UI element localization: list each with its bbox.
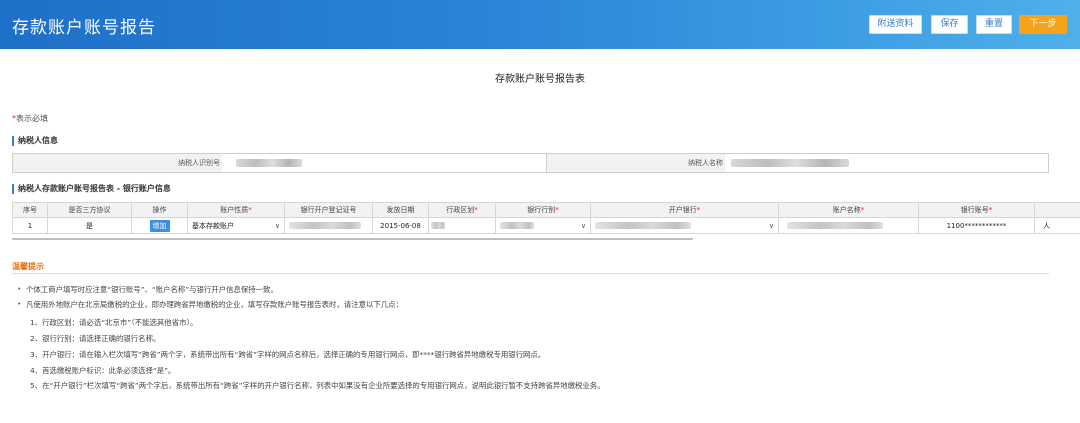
tip-sub-item: 4、首选缴税账户标识：此条必须选择“是”。 [30, 366, 176, 375]
add-row-button[interactable]: 增加 [149, 219, 170, 232]
table-header-row: 序号 是否三方协议 操作 账户性质* 银行开户登记证号 发放日期 行政区划* 银… [12, 202, 1080, 218]
col-header-index: 序号 [12, 202, 48, 218]
row-index: 1 [12, 217, 48, 234]
chevron-down-icon: ∨ [580, 222, 586, 230]
redacted-opening-bank [595, 222, 691, 229]
issue-date-cell[interactable]: 2015-06-08 [372, 217, 429, 234]
chevron-down-icon: ∨ [768, 222, 774, 230]
action-cell: 增加 [131, 217, 188, 234]
col-header-bank-registration-no: 银行开户登记证号 [284, 202, 373, 218]
chevron-down-icon: ∨ [274, 222, 280, 230]
taxpayer-info-row: 纳税人识别号 纳税人名称 [12, 153, 1049, 173]
horizontal-scrollbar[interactable] [12, 238, 693, 240]
opening-bank-select[interactable]: ∨ [593, 220, 776, 232]
tips-divider [12, 273, 1049, 274]
tips-title: 温馨提示 [12, 262, 44, 271]
col-header-account-name: 账户名称* [778, 202, 919, 218]
account-number-cell[interactable]: 1100************ [918, 217, 1035, 234]
taxpayer-section-title: 纳税人信息 [12, 136, 58, 146]
col-header-opening-bank: 开户银行* [590, 202, 779, 218]
taxpayer-name-value [725, 154, 1048, 172]
next-step-button[interactable]: 下一步 [1019, 15, 1067, 34]
bank-account-table: 序号 是否三方协议 操作 账户性质* 银行开户登记证号 发放日期 行政区划* 银… [12, 202, 1080, 234]
tip-sub-item: 5、在“开户银行”栏次填写“跨省”两个字后，系统带出所有“跨省”字样的开户银行名… [30, 381, 605, 390]
form-title: 存款账户账号报告表 [495, 74, 585, 85]
redacted-account-name [787, 222, 883, 229]
page-header-title: 存款账户账号报告 [12, 18, 156, 38]
tip-sub-item: 2、银行行别：请选择正确的银行名称。 [30, 334, 161, 343]
opening-bank-cell: ∨ [590, 217, 779, 234]
tripartite-value[interactable]: 是 [47, 217, 132, 234]
col-header-action: 操作 [131, 202, 188, 218]
account-type-cell: 基本存款账户 ∨ [187, 217, 285, 234]
extra-cell: 人 [1034, 217, 1080, 234]
attach-documents-button[interactable]: 附送资料 [869, 15, 922, 34]
tip-item: 个体工商户填写时应注意“银行账号”、“账户名称”与银行开户信息保持一致。 [17, 284, 278, 295]
col-header-issue-date: 发放日期 [372, 202, 429, 218]
account-name-cell[interactable] [778, 217, 919, 234]
bank-type-select[interactable]: ∨ [498, 220, 588, 232]
table-row: 1 是 增加 基本存款账户 ∨ 2015-06-08 ∨ ∨ 1100******… [12, 217, 1080, 234]
bank-table-container[interactable]: 序号 是否三方协议 操作 账户性质* 银行开户登记证号 发放日期 行政区划* 银… [12, 202, 1080, 238]
account-type-value: 基本存款账户 [192, 222, 234, 230]
header-bar: 存款账户账号报告 附送资料 保存 重置 下一步 [0, 0, 1080, 49]
redacted-taxpayer-id [236, 159, 302, 167]
bank-section-title: 纳税人存款账户账号报告表 - 银行账户信息 [12, 184, 171, 194]
tip-sub-item: 3、开户银行：请在输入栏次填写“跨省”两个字，系统带出所有“跨省”字样的网点名称… [30, 350, 546, 359]
tip-sub-item: 1、行政区划：请必选“北京市”（不能选其他省市）。 [30, 318, 198, 327]
required-note: *表示必填 [12, 113, 48, 124]
account-number-value: 1100************ [946, 221, 1007, 230]
redacted-taxpayer-name [731, 159, 849, 167]
account-type-select[interactable]: 基本存款账户 ∨ [190, 220, 282, 232]
required-note-text: 表示必填 [16, 114, 48, 123]
col-header-extra [1034, 202, 1080, 218]
redacted-bank-type [500, 222, 534, 229]
reset-button[interactable]: 重置 [976, 15, 1012, 34]
tip-item: 凡使用外地账户在北京局缴税的企业，即办理跨省异地缴税的企业，填写存款账户账号报告… [17, 299, 403, 310]
registration-no-cell[interactable] [284, 217, 373, 234]
taxpayer-id-label: 纳税人识别号 [178, 159, 220, 167]
taxpayer-name-label: 纳税人名称 [688, 159, 723, 167]
admin-region-cell[interactable] [428, 217, 496, 234]
taxpayer-id-value [222, 154, 546, 172]
col-header-account-type: 账户性质* [187, 202, 285, 218]
redacted-admin-region [431, 222, 445, 229]
save-button[interactable]: 保存 [931, 15, 968, 34]
redacted-registration-no [289, 222, 361, 229]
col-header-admin-region: 行政区划* [428, 202, 496, 218]
col-header-bank-type: 银行行别* [495, 202, 591, 218]
bank-type-cell: ∨ [495, 217, 591, 234]
col-header-account-number: 银行账号* [918, 202, 1035, 218]
col-header-tripartite: 是否三方协议 [47, 202, 132, 218]
